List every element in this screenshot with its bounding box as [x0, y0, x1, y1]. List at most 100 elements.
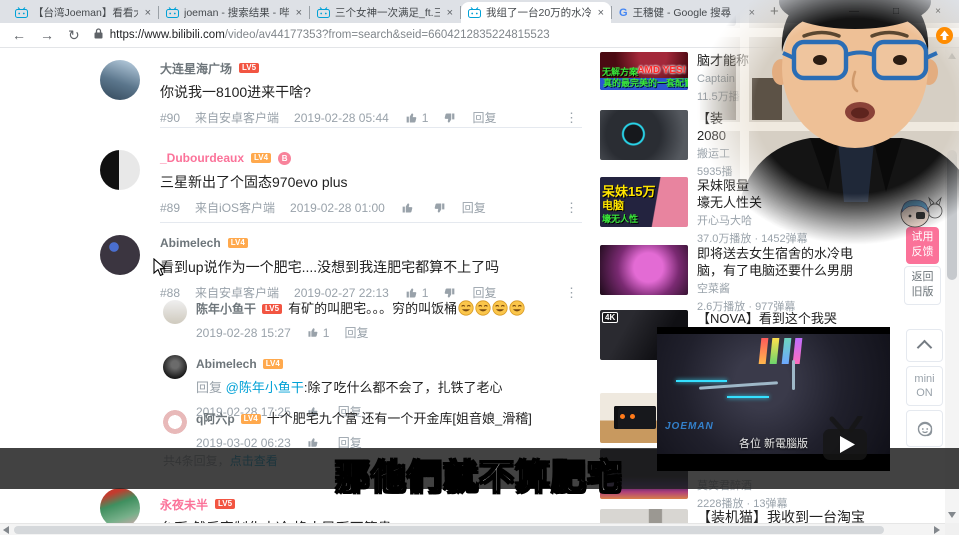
comment-89: _Dubourdeaux LV4 B 三星新出了个固态970evo plus #…	[100, 150, 582, 216]
like-button[interactable]: 1	[404, 111, 429, 125]
tab-title: 三个女神一次满足_ft.三上...	[335, 5, 440, 20]
commenter-name[interactable]: 大连星海广场	[160, 60, 232, 77]
laugh-emote-icon	[475, 300, 491, 316]
headset-smiley-icon	[915, 418, 935, 438]
tab-close-icon[interactable]: ×	[596, 7, 604, 19]
commenter-name[interactable]: _Dubourdeaux	[160, 151, 244, 165]
scroll-right-arrow-icon[interactable]	[934, 526, 940, 534]
video-thumbnail[interactable]: 呆妹15万 电脑 壕无人性	[600, 177, 688, 227]
tab-close-icon[interactable]: ×	[445, 7, 453, 19]
customer-service-button[interactable]	[906, 410, 943, 447]
bilibili-tab-icon	[15, 7, 28, 18]
level-badge: LV5	[262, 304, 282, 314]
level-badge: LV4	[241, 414, 261, 424]
reply-1: 陈年小鱼干 LV5 有矿的叫肥宅。。。穷的叫饭桶 2019-02-28 15:2…	[163, 300, 583, 341]
tab-title: joeman - 搜索结果 - 哔哩哔...	[184, 5, 289, 20]
reload-button[interactable]: ↻	[68, 28, 80, 42]
tab-joeman-search[interactable]: joeman - 搜索结果 - 哔哩哔... ×	[159, 2, 309, 23]
pip-watermark: JOEMAN	[665, 421, 714, 432]
back-to-top-button[interactable]	[906, 329, 943, 362]
scrollbar-corner	[945, 523, 959, 535]
laugh-emote-icon	[458, 300, 474, 316]
reply-button[interactable]: 回复	[344, 324, 368, 341]
comment-88: Abimelech LV4 看到up说作为一个肥宅....没想到我连肥宅都算不上…	[100, 235, 582, 301]
level-badge: LV5	[215, 499, 235, 509]
comment-client: 来自iOS客户端	[195, 199, 275, 216]
scroll-down-arrow-icon[interactable]	[948, 512, 956, 518]
reply-button[interactable]: 回复	[462, 199, 486, 216]
dislike-button[interactable]	[433, 201, 447, 215]
laugh-emote-icon	[509, 300, 525, 316]
video-thumbnail[interactable]	[600, 110, 688, 160]
avatar[interactable]	[163, 300, 187, 324]
scroll-left-arrow-icon[interactable]	[3, 526, 9, 534]
avatar[interactable]	[100, 235, 140, 275]
scrollbar-thumb[interactable]	[14, 526, 884, 534]
commenter-name[interactable]: q阿六p	[196, 410, 235, 428]
comment-time: 2019-02-28 05:44	[294, 111, 389, 125]
like-button[interactable]: 1	[404, 286, 429, 300]
avatar[interactable]	[100, 150, 140, 190]
like-button[interactable]	[400, 201, 418, 215]
avatar[interactable]	[163, 355, 187, 379]
avatar[interactable]	[163, 410, 187, 434]
dislike-button[interactable]	[443, 111, 457, 125]
video-subtitle: 那他們就不算肥宅	[0, 450, 959, 499]
back-button[interactable]: ←	[12, 28, 26, 42]
commenter-name[interactable]: 陈年小鱼干	[196, 300, 256, 318]
tab-title: 我组了一台20万的水冷电脑	[486, 5, 591, 20]
back-to-old-version-button[interactable]: 返回 旧版	[904, 266, 941, 305]
thumb-overlay-text: 电脑	[602, 197, 624, 213]
thumb-overlay-text: 真的最完美的一套配置	[603, 76, 688, 89]
horizontal-scrollbar[interactable]	[0, 523, 945, 535]
dislike-button[interactable]	[443, 286, 457, 300]
bilibili-tab-icon	[468, 7, 481, 18]
bilibili-tab-icon	[166, 7, 179, 18]
mini-player-button[interactable]: mini ON	[906, 366, 943, 406]
forward-button[interactable]: →	[40, 28, 54, 42]
webcam-overlay	[688, 0, 959, 252]
commenter-name[interactable]: Abimelech	[196, 355, 257, 373]
comment-menu-icon[interactable]: ⋮	[565, 110, 578, 126]
mouse-cursor	[153, 258, 166, 282]
video-card[interactable]: 即将送去女生宿舍的水冷电 脑，有了电脑还要什么男朋 空菜酱 2.6万播放 · 9…	[600, 245, 940, 315]
reply-text: 回复 @陈年小鱼干:除了吃什么都不会了，扎铁了老心	[196, 379, 502, 397]
video-thumbnail[interactable]	[600, 245, 688, 295]
vip-badge-icon: B	[278, 152, 291, 165]
comment-menu-icon[interactable]: ⋮	[565, 200, 578, 216]
reply-text: 有矿的叫肥宅。。。穷的叫饭桶	[288, 300, 525, 318]
tab-close-icon[interactable]: ×	[143, 7, 151, 19]
bilibili-tab-icon	[317, 7, 330, 18]
level-badge: LV4	[228, 238, 248, 248]
reply-3: q阿六p LV4 十个肥宅九个富 还有一个开金库[姐音娘_滑稽] 2019-03…	[163, 410, 583, 451]
reply-time: 2019-02-28 15:27	[196, 326, 291, 340]
level-badge: LV4	[263, 359, 283, 369]
thumb-pc-box	[614, 406, 656, 429]
tab-goddess-video[interactable]: 三个女神一次满足_ft.三上... ×	[310, 2, 460, 23]
tab-joeman-video1[interactable]: 【台湾Joeman】看看大陆... ×	[8, 2, 158, 23]
tab-close-icon[interactable]: ×	[294, 7, 302, 19]
comment-time: 2019-02-28 01:00	[290, 201, 385, 215]
reply-button[interactable]: 回复	[472, 109, 496, 126]
video-title[interactable]: 【NOVA】看到这个我哭	[697, 310, 940, 327]
comment-divider	[160, 127, 582, 128]
tab-watercooled-pc[interactable]: 我组了一台20万的水冷电脑 ×	[461, 2, 611, 23]
google-tab-icon: G	[619, 7, 628, 19]
comment-menu-icon[interactable]: ⋮	[565, 285, 578, 301]
tab-title: 【台湾Joeman】看看大陆...	[33, 5, 138, 20]
reply-button[interactable]: 回复	[472, 284, 496, 301]
comment-text: 看到up说作为一个肥宅....没想到我连肥宅都算不上了吗	[160, 257, 582, 277]
video-thumbnail[interactable]: 无解方案 AMD YES! 真的最完美的一套配置	[600, 52, 688, 90]
commenter-name[interactable]: Abimelech	[160, 236, 221, 250]
download-extension-icon[interactable]	[936, 27, 953, 49]
avatar[interactable]	[100, 60, 140, 100]
like-button[interactable]: 1	[306, 326, 330, 340]
screen: 【台湾Joeman】看看大陆... × joeman - 搜索结果 - 哔哩哔.…	[0, 0, 959, 535]
thumb-overlay-text: 壕无人性	[602, 212, 638, 225]
reply-text: 十个肥宅九个富 还有一个开金库[姐音娘_滑稽]	[267, 410, 532, 428]
comment-90: 大连星海广场 LV5 你说我一8100进来干啥? #90 来自安卓客户端 201…	[100, 60, 582, 126]
comment-client: 来自安卓客户端	[195, 284, 279, 301]
mention-link[interactable]: @陈年小鱼干	[226, 380, 304, 395]
comment-floor: #88	[160, 286, 180, 300]
level-badge: LV4	[251, 153, 271, 163]
